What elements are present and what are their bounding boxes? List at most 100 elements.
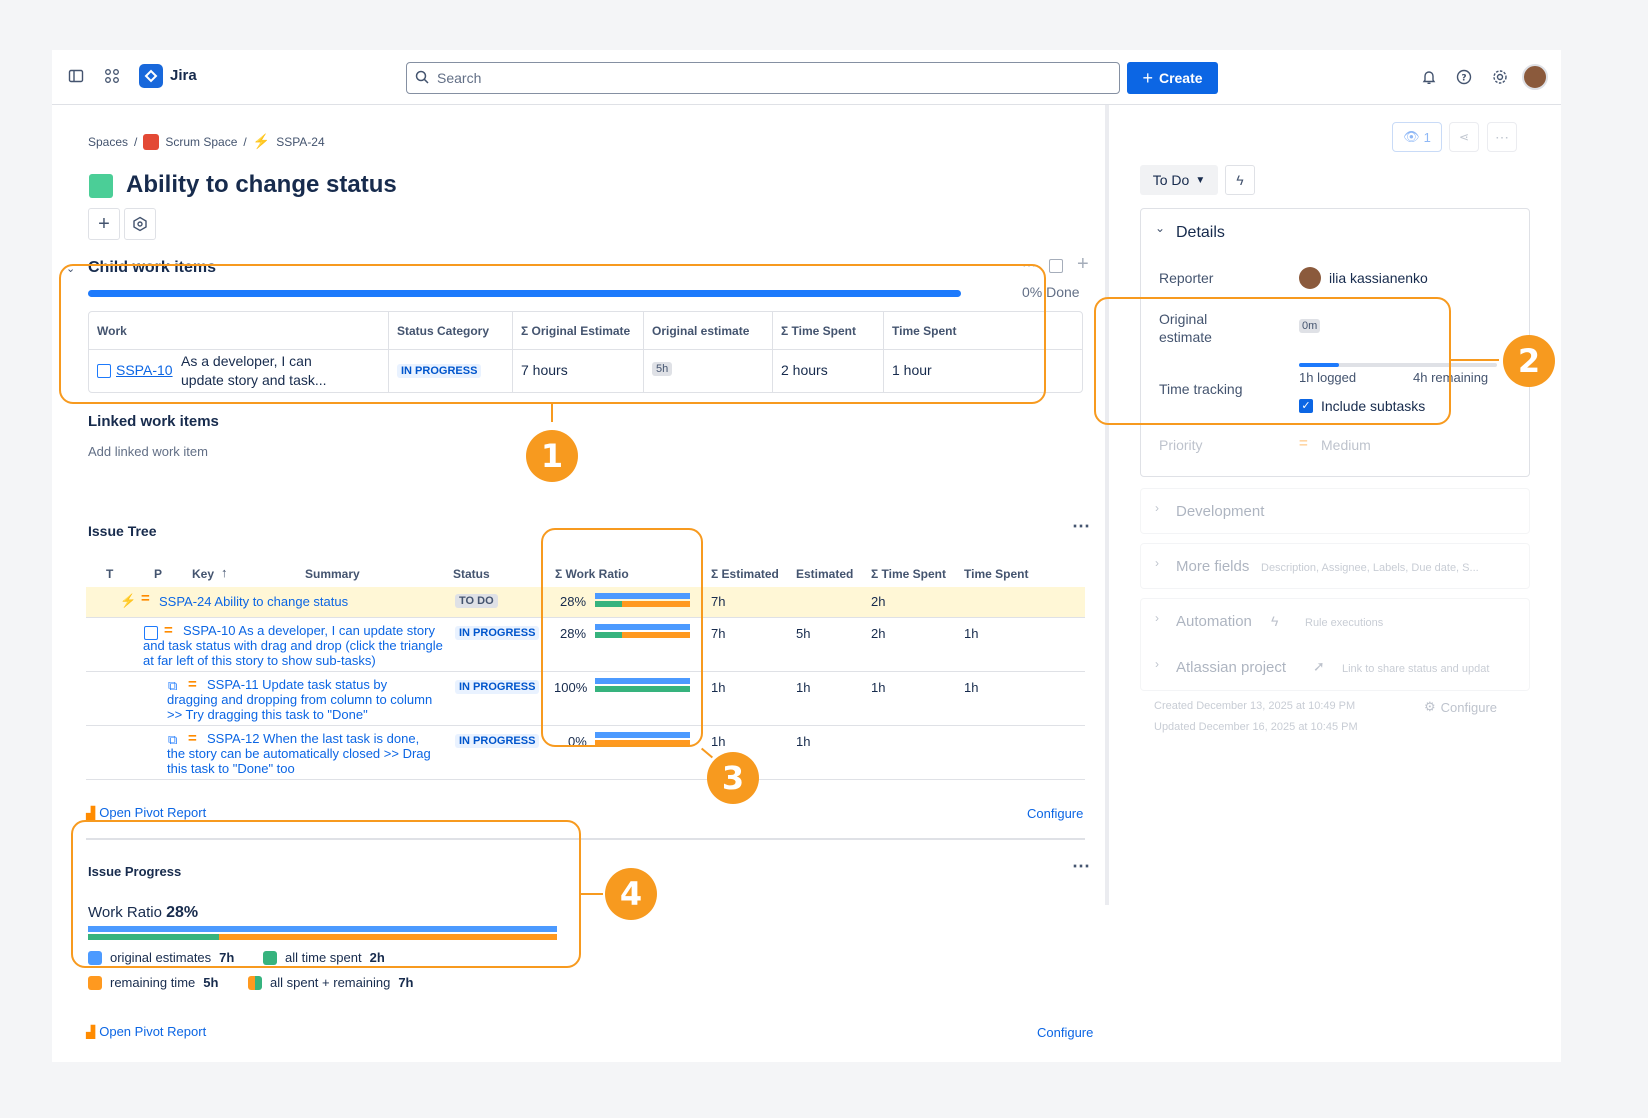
issue-tree-more-icon[interactable]: ⋯ — [1072, 516, 1090, 537]
plus-icon: + — [98, 213, 110, 235]
open-pivot-report-link[interactable]: ▟ Open Pivot Report — [86, 1024, 206, 1039]
time-spent-value: 1h — [964, 680, 979, 695]
more-fields-panel[interactable]: › More fields Description, Assignee, Lab… — [1140, 543, 1530, 589]
reporter-name[interactable]: ilia kassianenko — [1329, 270, 1428, 286]
priority-medium-icon: = — [1299, 435, 1308, 452]
col-key[interactable]: Key — [192, 567, 214, 581]
apps-button[interactable] — [124, 208, 156, 240]
callout-highlight-child-items — [59, 264, 1046, 404]
estimated-value: 1h — [796, 734, 811, 749]
more-actions-icon[interactable]: ⋯ — [1487, 122, 1517, 152]
sum-time-spent-value: 1h — [871, 680, 886, 695]
app-name[interactable]: Jira — [170, 67, 197, 84]
callout-connector — [581, 893, 603, 895]
notifications-bell-icon[interactable] — [1418, 66, 1440, 88]
col-summary[interactable]: Summary — [305, 567, 360, 581]
tree-row-text[interactable]: SSPA-11 Update task status by dragging a… — [167, 677, 437, 722]
sidebar-toggle-icon[interactable] — [66, 66, 86, 86]
create-label: Create — [1158, 70, 1203, 86]
priority-label: Priority — [1159, 437, 1203, 453]
legend-label: all spent + remaining — [270, 975, 391, 990]
estimated-value: 5h — [796, 626, 811, 641]
atlassian-project-heading[interactable]: Atlassian project — [1176, 659, 1286, 676]
tree-row-text[interactable]: SSPA-10 As a developer, I can update sto… — [143, 623, 443, 668]
page-title[interactable]: Ability to change status — [126, 171, 397, 199]
chevron-down-icon[interactable]: ⌄ — [1155, 221, 1165, 235]
search-input[interactable]: Search — [406, 62, 1120, 94]
chevron-right-icon: › — [1155, 556, 1159, 570]
col-p[interactable]: P — [154, 567, 162, 581]
chevron-right-icon: › — [1155, 657, 1159, 671]
automation-panel[interactable]: › Automation ϟ Rule executions › Atlassi… — [1140, 598, 1530, 691]
watch-count: 1 — [1423, 129, 1431, 145]
priority-value[interactable]: Medium — [1321, 437, 1371, 453]
breadcrumb-separator: / — [243, 134, 247, 149]
jira-logo-icon[interactable] — [139, 64, 163, 88]
sidebar-configure-button[interactable]: ⚙ Configure — [1424, 699, 1497, 715]
status-lozenge: TO DO — [455, 594, 498, 608]
col-status[interactable]: Status — [453, 567, 490, 581]
created-timestamp: Created December 13, 2025 at 10:49 PM — [1154, 700, 1356, 712]
breadcrumb: Spaces / Scrum Space / ⚡ SSPA-24 — [88, 133, 325, 150]
search-placeholder: Search — [437, 70, 482, 86]
legend-swatch-orange — [88, 975, 102, 990]
rule-executions-link[interactable]: Rule executions — [1305, 617, 1383, 629]
reporter-label: Reporter — [1159, 270, 1214, 286]
priority-medium-icon: = — [141, 590, 150, 607]
create-button[interactable]: + Create — [1127, 62, 1218, 94]
tree-row-text[interactable]: SSPA-24 Ability to change status — [159, 594, 449, 609]
automation-heading: Automation — [1176, 613, 1252, 630]
callout-badge-1: 1 — [526, 430, 578, 482]
add-linked-item-link[interactable]: Add linked work item — [88, 444, 208, 459]
breadcrumb-spaces[interactable]: Spaces — [88, 135, 128, 149]
help-icon[interactable]: ? — [1453, 66, 1475, 88]
more-fields-heading: More fields — [1176, 558, 1250, 575]
app-switcher-icon[interactable] — [102, 66, 122, 86]
status-dropdown[interactable]: To Do ▼ — [1140, 165, 1218, 195]
chevron-down-icon: ▼ — [1195, 174, 1206, 186]
share-icon[interactable]: ⋖ — [1449, 122, 1479, 152]
configure-link[interactable]: Configure — [1037, 1025, 1093, 1040]
columns-icon[interactable] — [1049, 259, 1063, 273]
status-label: To Do — [1152, 172, 1190, 188]
callout-badge-3: 3 — [707, 752, 759, 804]
sidebar-configure-label: Configure — [1440, 699, 1498, 715]
status-lozenge: IN PROGRESS — [455, 680, 540, 694]
callout-highlight-issue-progress — [71, 820, 581, 968]
details-heading[interactable]: Details — [1176, 224, 1225, 242]
hexagon-icon — [133, 216, 147, 232]
rocket-icon: ➚ — [1313, 658, 1325, 674]
svg-text:?: ? — [1461, 74, 1466, 84]
estimated-value: 1h — [796, 680, 811, 695]
user-avatar[interactable] — [1522, 64, 1548, 90]
legend-all: all spent + remaining 7h — [248, 975, 414, 990]
automation-lightning-icon[interactable]: ϟ — [1225, 165, 1255, 195]
tree-row-text[interactable]: SSPA-12 When the last task is done, the … — [167, 731, 437, 776]
col-estimated[interactable]: Estimated — [796, 567, 853, 581]
breadcrumb-separator: / — [134, 134, 138, 149]
col-sum-estimated[interactable]: Σ Estimated — [711, 567, 779, 581]
development-panel[interactable]: › Development — [1140, 488, 1530, 534]
watch-button[interactable]: 👁 1 — [1392, 122, 1442, 152]
sum-time-spent-value: 2h — [871, 594, 886, 609]
issue-progress-more-icon[interactable]: ⋯ — [1072, 856, 1090, 877]
issue-type-icon — [89, 174, 113, 198]
col-time-spent[interactable]: Time Spent — [964, 567, 1028, 581]
breadcrumb-project[interactable]: Scrum Space — [165, 135, 237, 149]
add-button[interactable]: + — [88, 208, 120, 240]
lightning-icon: ϟ — [1271, 613, 1279, 629]
sum-estimated-value: 1h — [711, 680, 726, 695]
col-t[interactable]: T — [106, 567, 113, 581]
settings-gear-icon[interactable] — [1489, 66, 1511, 88]
add-child-icon[interactable]: + — [1077, 253, 1089, 276]
open-pivot-report-link[interactable]: ▟ Open Pivot Report — [86, 805, 206, 820]
legend-swatch-mixed — [248, 975, 262, 990]
col-sum-time-spent[interactable]: Σ Time Spent — [871, 567, 946, 581]
breadcrumb-issue-key[interactable]: SSPA-24 — [276, 135, 324, 149]
eye-icon: 👁 — [1403, 129, 1420, 144]
configure-link[interactable]: Configure — [1027, 806, 1083, 821]
sort-arrow-up-icon[interactable]: ↑ — [221, 565, 228, 580]
updated-timestamp: Updated December 16, 2025 at 10:45 PM — [1154, 721, 1358, 733]
pivot-chart-icon: ▟ — [86, 805, 96, 820]
panel-resize-divider[interactable] — [1105, 105, 1109, 905]
